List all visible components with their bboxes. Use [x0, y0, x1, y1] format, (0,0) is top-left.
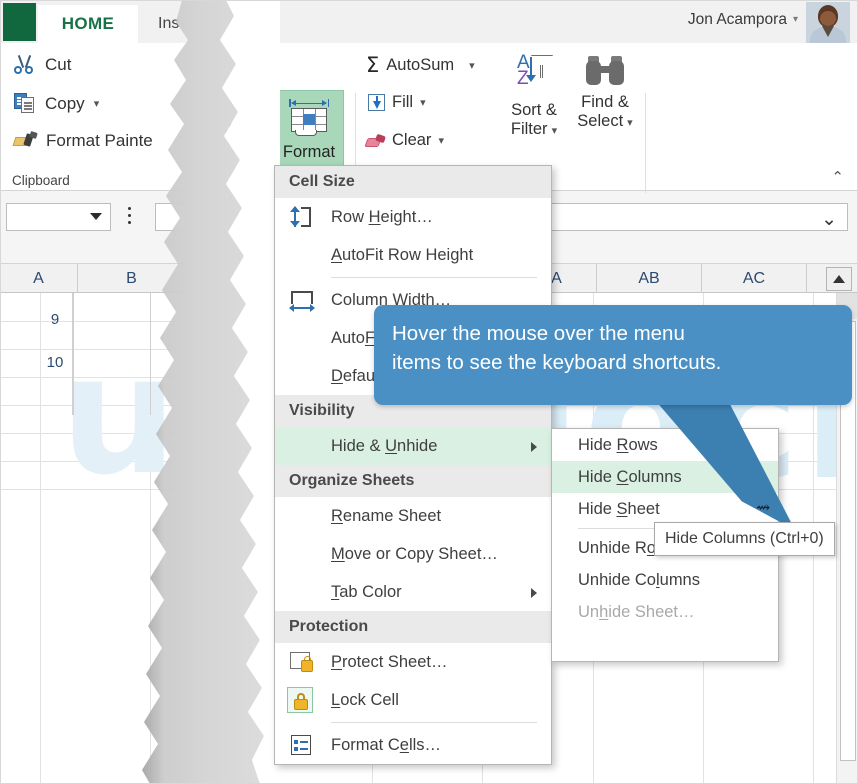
- page-border: [0, 0, 858, 784]
